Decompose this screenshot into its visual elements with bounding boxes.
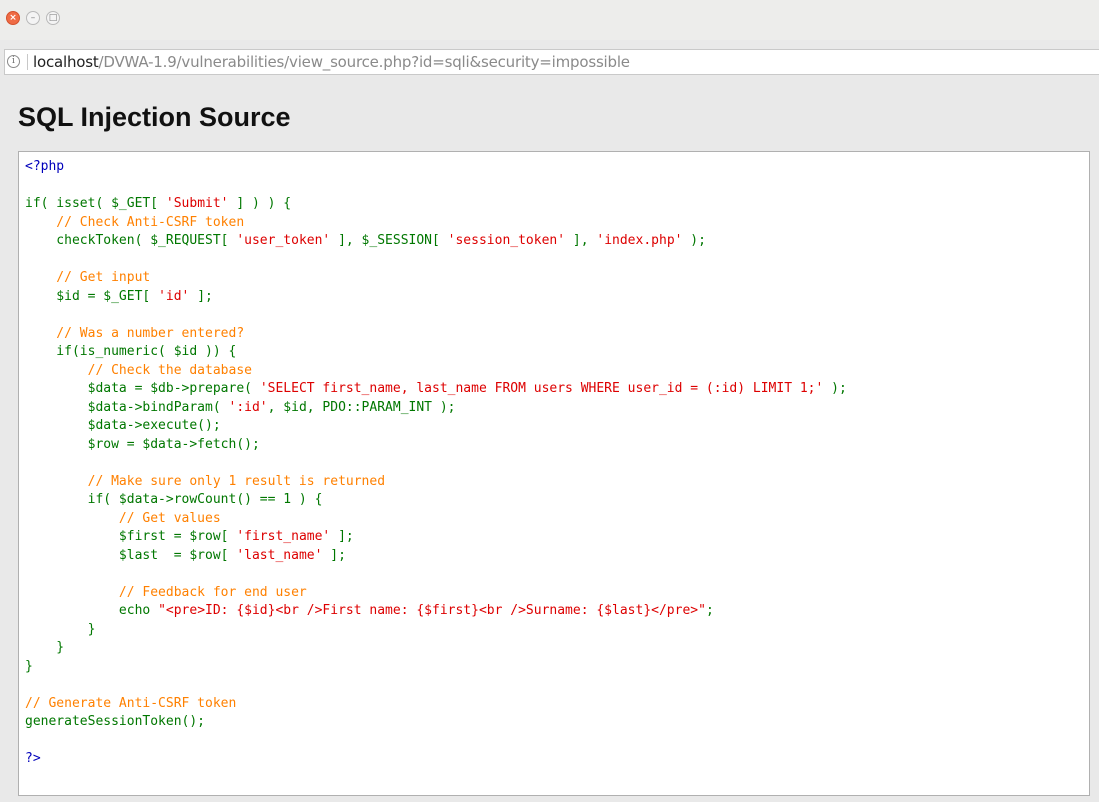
code-line: // Check the database	[25, 363, 252, 379]
code-php-tag: ?>	[25, 751, 41, 766]
code-string: 'SELECT first_name, last_name FROM users…	[259, 381, 824, 396]
page-title: SQL Injection Source	[18, 102, 291, 132]
code-comment: // Was a number entered?	[25, 325, 245, 341]
code-comment: // Get input	[25, 270, 151, 285]
address-bar-separator	[27, 54, 28, 70]
title-bar: × – □	[0, 0, 1099, 40]
code-comment: // Check Anti-CSRF token	[25, 214, 245, 230]
code-keyword: $data = $db->prepare(	[25, 381, 260, 396]
info-icon[interactable]: i	[7, 55, 20, 68]
code-string: "<pre>ID: {$id}<br />First name: {$first…	[158, 603, 706, 618]
maximize-window-button[interactable]: □	[46, 11, 60, 25]
code-line: // Make sure only 1 result is returned	[25, 474, 385, 490]
code-keyword: ] ) ) {	[228, 196, 292, 211]
code-keyword: );	[682, 233, 706, 248]
code-keyword: echo	[25, 603, 159, 618]
minimize-window-button[interactable]: –	[26, 11, 40, 25]
code-string: ':id'	[228, 399, 268, 415]
code-string: 'index.php'	[596, 233, 683, 248]
code-line: echo "<pre>ID: {$id}<br />First name: {$…	[25, 603, 714, 619]
code-line: ?>	[25, 751, 41, 767]
code-line: generateSessionToken();	[25, 714, 205, 730]
code-line: // Check Anti-CSRF token	[25, 215, 244, 231]
url-path: /DVWA-1.9/vulnerabilities/view_source.ph…	[98, 53, 630, 71]
code-string: 'session_token'	[447, 233, 566, 248]
code-keyword: if( isset( $_GET[	[25, 196, 166, 211]
code-keyword: if( $data->rowCount() == 1 ) {	[25, 492, 323, 507]
code-line: $id = $_GET[ 'id' ];	[25, 289, 213, 305]
code-keyword: ];	[330, 529, 354, 544]
code-keyword: ], $_SESSION[	[330, 233, 448, 248]
code-keyword: ;	[705, 603, 714, 618]
url-host: localhost	[33, 53, 99, 71]
code-comment: // Generate Anti-CSRF token	[25, 695, 237, 711]
code-string: 'last_name'	[236, 547, 323, 563]
code-string: 'Submit'	[165, 196, 229, 211]
code-string: 'user_token'	[236, 233, 331, 248]
code-keyword: $id = $_GET[	[25, 288, 159, 304]
code-line: }	[25, 621, 96, 638]
code-line: // Get input	[25, 270, 150, 286]
close-window-button[interactable]: ×	[6, 11, 20, 25]
code-line: // Get values	[25, 511, 221, 527]
code-line: $first = $row[ 'first_name' ];	[25, 529, 354, 545]
code-line: if( $data->rowCount() == 1 ) {	[25, 492, 323, 508]
code-keyword: }	[25, 640, 65, 655]
code-line: $data->bindParam( ':id', $id, PDO::PARAM…	[25, 399, 456, 416]
code-line: <?php	[25, 159, 64, 175]
code-keyword: ];	[189, 288, 213, 304]
source-code-block: <?php if( isset( $_GET[ 'Submit' ] ) ) { …	[18, 151, 1090, 796]
code-line: $data->execute();	[25, 418, 221, 434]
code-string: 'first_name'	[236, 529, 331, 544]
code-comment: // Get values	[25, 510, 221, 526]
url-text[interactable]: localhost/DVWA-1.9/vulnerabilities/view_…	[33, 50, 630, 74]
code-keyword: $data->bindParam(	[25, 399, 229, 415]
code-line: // Generate Anti-CSRF token	[25, 696, 236, 712]
code-keyword: checkToken( $_REQUEST[	[25, 233, 237, 248]
code-keyword: if(is_numeric( $id )) {	[25, 344, 237, 359]
code-line: // Feedback for end user	[25, 585, 307, 601]
code-line: }	[25, 659, 33, 675]
page-content: SQL Injection Source <?php if( isset( $_G…	[0, 82, 1099, 802]
code-line: if( isset( $_GET[ 'Submit' ] ) ) {	[25, 196, 291, 212]
code-keyword: $last = $row[	[25, 547, 237, 563]
code-keyword: generateSessionToken();	[25, 714, 206, 729]
code-line: checkToken( $_REQUEST[ 'user_token' ], $…	[25, 233, 706, 249]
code-line: }	[25, 640, 64, 656]
code-keyword: $first = $row[	[25, 529, 237, 544]
code-line: $data = $db->prepare( 'SELECT first_name…	[25, 381, 847, 397]
code-php-tag: <?php	[25, 159, 65, 174]
code-line: // Was a number entered?	[25, 326, 244, 342]
code-keyword: }	[25, 621, 96, 637]
code-string: 'id'	[158, 288, 190, 304]
code-comment: // Make sure only 1 result is returned	[25, 473, 386, 489]
code-keyword: ];	[322, 547, 346, 563]
code-keyword: $row = $data->fetch();	[25, 436, 260, 452]
code-keyword: $data->execute();	[25, 418, 221, 433]
code-line: $row = $data->fetch();	[25, 437, 260, 453]
code-keyword: ],	[565, 233, 597, 248]
code-keyword: }	[25, 658, 33, 674]
code-keyword: );	[823, 381, 847, 396]
code-comment: // Feedback for end user	[25, 584, 307, 600]
code-line: $last = $row[ 'last_name' ];	[25, 548, 346, 564]
code-keyword: , $id, PDO::PARAM_INT );	[267, 399, 456, 415]
address-bar[interactable]: i localhost/DVWA-1.9/vulnerabilities/vie…	[4, 49, 1099, 75]
code-line: if(is_numeric( $id )) {	[25, 344, 236, 360]
browser-window: × – □ i localhost/DVWA-1.9/vulnerabiliti…	[0, 0, 1099, 802]
code-comment: // Check the database	[25, 362, 252, 378]
